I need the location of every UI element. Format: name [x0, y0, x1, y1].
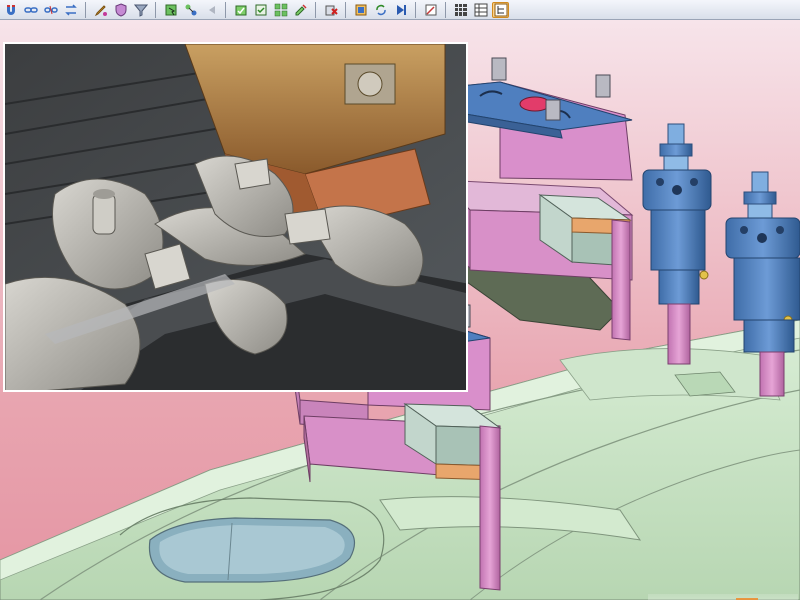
- select-back-button[interactable]: [202, 2, 219, 18]
- shield-button[interactable]: [112, 2, 129, 18]
- delete-red-button[interactable]: [322, 2, 339, 18]
- table-view-button[interactable]: [472, 2, 489, 18]
- cycle-icon: [375, 4, 386, 15]
- pencil-node-button[interactable]: [92, 2, 109, 18]
- edit-check-icon: [255, 4, 266, 15]
- link-broken-icon: [43, 5, 58, 14]
- link-broken-button[interactable]: [42, 2, 59, 18]
- pencil-node-icon: [94, 4, 107, 16]
- toolbar-separator: [85, 1, 86, 18]
- ruler-ticks: [736, 598, 758, 600]
- crop-icon: [355, 4, 366, 15]
- edit-check-button[interactable]: [252, 2, 269, 18]
- crop-button[interactable]: [352, 2, 369, 18]
- 3d-viewport[interactable]: [0, 20, 800, 600]
- magnet-button[interactable]: [2, 2, 19, 18]
- funnel-icon: [133, 4, 148, 17]
- table-view-icon: [474, 3, 487, 16]
- edit-green-icon: [235, 5, 246, 15]
- play-step-icon: [396, 4, 406, 15]
- toolbar-separator: [445, 1, 446, 18]
- swap-button[interactable]: [62, 2, 79, 18]
- tree-view-button[interactable]: [492, 1, 509, 18]
- cycle-button[interactable]: [372, 2, 389, 18]
- select-green-icon: [165, 4, 176, 15]
- toolbar-separator: [415, 1, 416, 18]
- select-node-icon: [185, 4, 196, 15]
- sketch-edit-button[interactable]: [422, 2, 439, 18]
- grid-view-button[interactable]: [452, 2, 469, 18]
- select-node-button[interactable]: [182, 2, 199, 18]
- grid-view-icon: [454, 3, 467, 16]
- edit-green-button[interactable]: [232, 2, 249, 18]
- funnel-button[interactable]: [132, 2, 149, 18]
- link-button[interactable]: [22, 2, 39, 18]
- play-step-button[interactable]: [392, 2, 409, 18]
- swap-icon: [64, 3, 77, 16]
- cylinder-tool-1[interactable]: [642, 123, 712, 365]
- toolbar-separator: [155, 1, 156, 18]
- toolbar-separator: [225, 1, 226, 18]
- edit-arrow-icon: [295, 3, 307, 15]
- delete-red-icon: [325, 5, 338, 15]
- shield-icon: [115, 2, 126, 17]
- toolbar: [0, 0, 800, 20]
- edit-arrow-button[interactable]: [292, 2, 309, 18]
- grid-edit-button[interactable]: [272, 2, 289, 18]
- tree-view-icon: [494, 3, 507, 16]
- reference-photo: [3, 42, 468, 392]
- select-back-icon: [208, 5, 215, 14]
- magnet-icon: [6, 4, 15, 15]
- photo-scene: [5, 44, 466, 390]
- grid-edit-icon: [274, 3, 287, 16]
- toolbar-separator: [315, 1, 316, 18]
- sketch-edit-icon: [425, 4, 436, 15]
- compass-ruler[interactable]: [648, 594, 798, 600]
- link-icon: [23, 6, 38, 13]
- toolbar-separator: [345, 1, 346, 18]
- select-green-button[interactable]: [162, 2, 179, 18]
